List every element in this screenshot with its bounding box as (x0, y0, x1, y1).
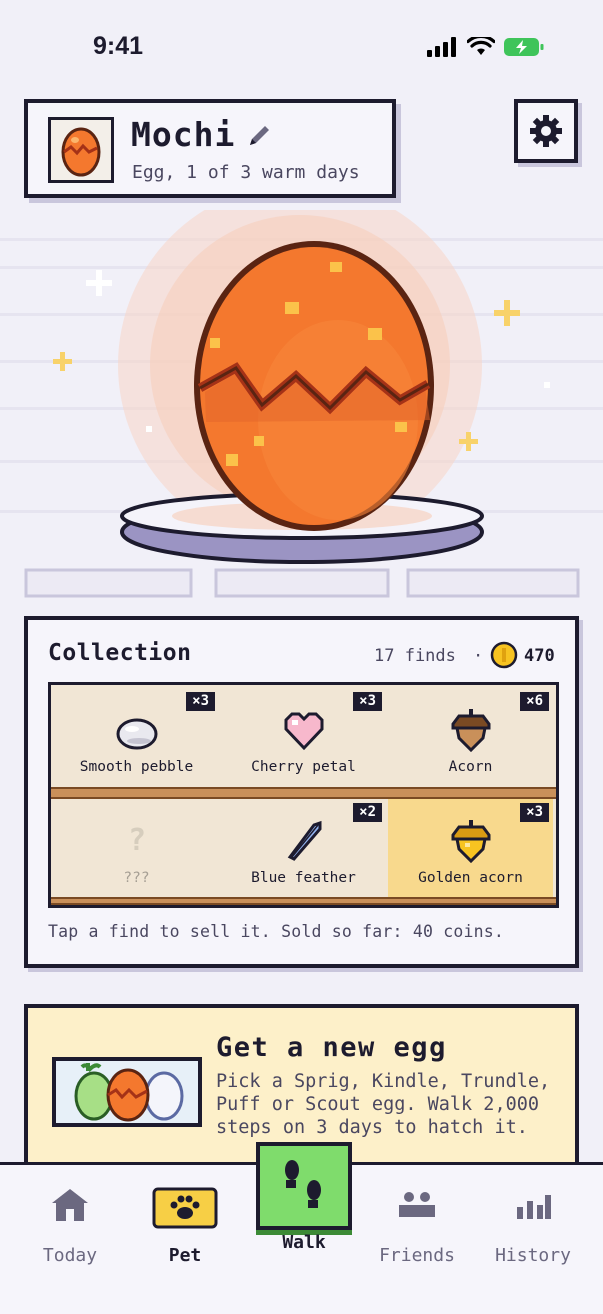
collection-footer: Tap a find to sell it. Sold so far: 40 c… (48, 922, 505, 941)
collection-item-golden-acorn[interactable]: ×3 Golden acorn (388, 799, 553, 897)
cracked-egg[interactable] (194, 241, 434, 531)
golden-acorn-icon (451, 820, 491, 863)
item-label: Acorn (448, 759, 493, 775)
bar-chart-icon (517, 1195, 551, 1219)
separator-dot: · (473, 646, 484, 666)
item-count-badge: ×6 (520, 692, 549, 711)
wifi-icon (467, 37, 495, 55)
finds-count: 17 finds (374, 646, 456, 666)
collection-item-unknown[interactable]: ? ??? (54, 799, 219, 897)
pet-header-card[interactable]: Mochi Egg, 1 of 3 warm days (24, 99, 396, 198)
item-label: Blue feather (251, 870, 356, 886)
pet-name: Mochi (131, 115, 236, 154)
collection-item-cherry-petal[interactable]: ×3 Cherry petal (221, 688, 386, 786)
coin-balance: 470 (524, 646, 555, 666)
shelf-plank (51, 787, 556, 799)
item-label: Golden acorn (418, 870, 523, 886)
item-count-badge: ×3 (353, 692, 382, 711)
walk-button[interactable] (256, 1142, 352, 1230)
status-time: 9:41 (93, 32, 144, 60)
house-icon (52, 1189, 88, 1221)
tab-label: Today (42, 1245, 98, 1266)
tab-pet[interactable]: Pet (130, 1187, 240, 1266)
feather-icon (287, 820, 322, 861)
item-label: Cherry petal (251, 759, 356, 775)
acorn-icon (451, 709, 491, 752)
pet-status-text: Egg, 1 of 3 warm days (132, 162, 360, 183)
coin-icon (490, 641, 518, 669)
collection-title: Collection (48, 640, 192, 666)
collection-shelf: ×3 Smooth pebble ×3 Cherry petal ×6 Acor… (48, 682, 559, 908)
tab-label: Friends (379, 1245, 455, 1266)
orange-egg-icon (61, 127, 101, 177)
item-label: Smooth pebble (79, 759, 194, 775)
heart-petal-icon (284, 712, 324, 751)
collection-item-smooth-pebble[interactable]: ×3 Smooth pebble (54, 688, 219, 786)
battery-charging-icon (504, 38, 544, 56)
footprints-icon (285, 1160, 321, 1208)
tab-label: Pet (168, 1245, 202, 1266)
item-count-badge: ×3 (520, 803, 549, 822)
egg-hero-scene[interactable] (0, 210, 603, 610)
gear-icon (530, 115, 562, 147)
friends-icon (399, 1192, 435, 1217)
egg-choices-thumbnail (52, 1057, 202, 1127)
collection-item-blue-feather[interactable]: ×2 Blue feather (221, 799, 386, 897)
item-count-badge: ×3 (186, 692, 215, 711)
tab-label: History (495, 1245, 571, 1266)
tab-today[interactable]: Today (15, 1187, 125, 1266)
pencil-edit-icon[interactable] (244, 121, 274, 151)
status-icons (427, 36, 545, 58)
tab-history[interactable]: History (478, 1187, 588, 1266)
paw-icon (152, 1187, 218, 1229)
item-label: ??? (123, 870, 150, 886)
unknown-icon: ? (127, 823, 147, 858)
collection-item-acorn[interactable]: ×6 Acorn (388, 688, 553, 786)
cellular-signal-icon (427, 37, 456, 57)
new-egg-description: Pick a Sprig, Kindle, Trundle, Puff or S… (216, 1071, 551, 1138)
item-count-badge: ×2 (353, 803, 382, 822)
tab-friends[interactable]: Friends (362, 1187, 472, 1266)
new-egg-title: Get a new egg (216, 1032, 447, 1063)
shelf-plank (51, 897, 556, 905)
pet-avatar (48, 117, 114, 183)
three-eggs-icon (74, 1063, 184, 1122)
collection-card: Collection 17 finds · 470 ×3 Smooth pebb… (24, 616, 579, 968)
pebble-icon (116, 718, 158, 750)
tab-walk-label[interactable]: Walk (256, 1232, 352, 1253)
settings-button[interactable] (514, 99, 578, 163)
